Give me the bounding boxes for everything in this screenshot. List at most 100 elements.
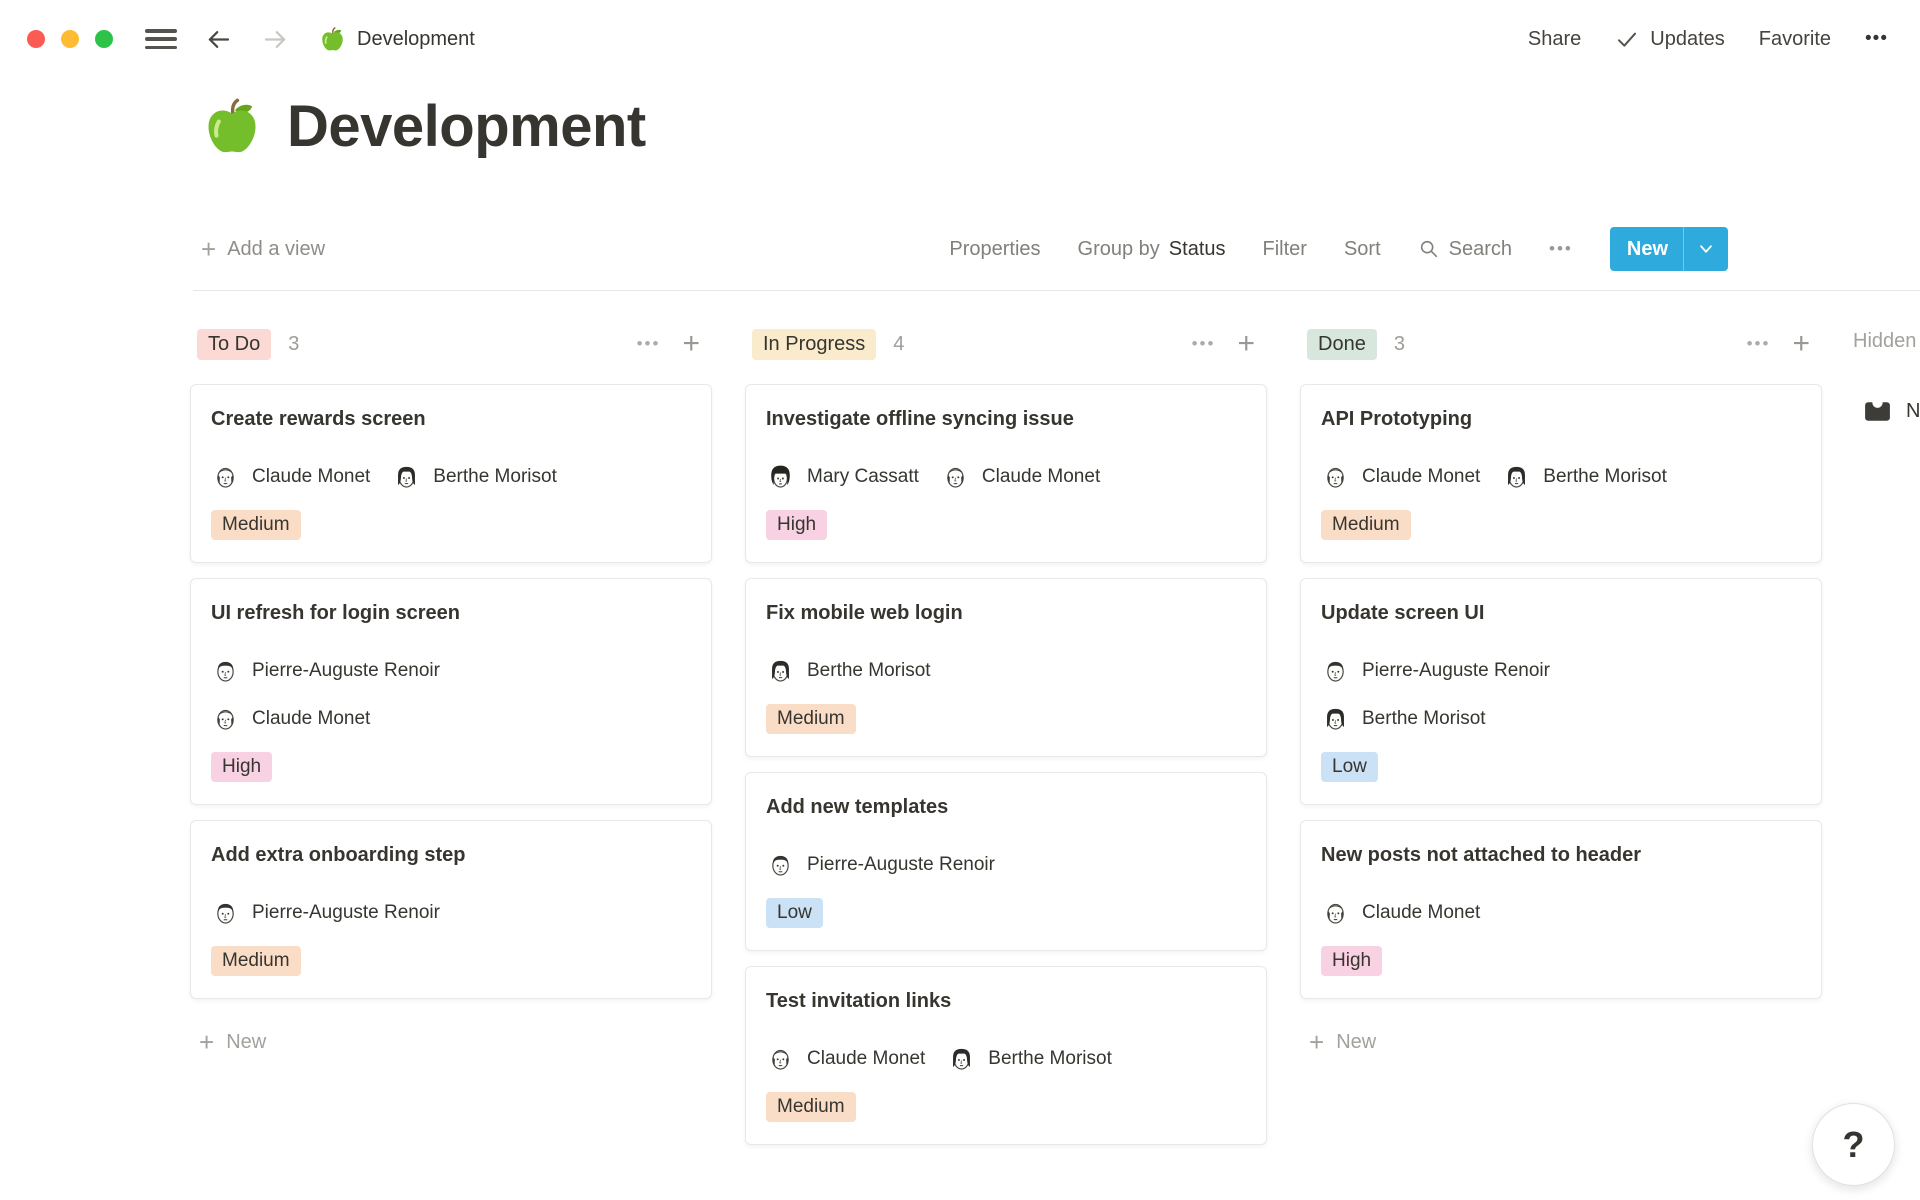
card-assignees: Pierre-Auguste Renoir xyxy=(766,850,1246,879)
plus-icon: + xyxy=(199,1029,214,1055)
assignee: Berthe Morisot xyxy=(947,1044,1112,1073)
card-title: Add extra onboarding step xyxy=(211,842,691,869)
group-by-label: Group by xyxy=(1078,238,1160,260)
column-more-icon[interactable]: ••• xyxy=(1192,334,1216,354)
priority-tag[interactable]: High xyxy=(766,510,827,540)
priority-tag[interactable]: Medium xyxy=(766,1092,856,1122)
toolbar-more-icon[interactable]: ••• xyxy=(1549,239,1573,259)
search-button[interactable]: Search xyxy=(1418,238,1512,261)
priority-tag[interactable]: Medium xyxy=(766,704,856,734)
help-button[interactable]: ? xyxy=(1812,1103,1895,1186)
priority-tag[interactable]: Medium xyxy=(211,946,301,976)
board-card[interactable]: New posts not attached to headerClaude M… xyxy=(1300,820,1822,999)
search-label: Search xyxy=(1449,238,1512,261)
assignee-name: Pierre-Auguste Renoir xyxy=(807,854,995,876)
favorite-button[interactable]: Favorite xyxy=(1759,28,1831,51)
filter-button[interactable]: Filter xyxy=(1263,238,1307,261)
priority-tag[interactable]: Medium xyxy=(1321,510,1411,540)
new-button[interactable]: New xyxy=(1610,227,1728,271)
updates-label: Updates xyxy=(1650,28,1725,51)
window-more-icon[interactable]: ••• xyxy=(1865,28,1888,50)
column-count: 4 xyxy=(893,333,904,356)
group-by-button[interactable]: Group by Status xyxy=(1078,238,1226,261)
sidebar-menu-icon[interactable] xyxy=(145,27,177,51)
toolbar-divider xyxy=(193,290,1920,291)
check-icon xyxy=(1615,27,1639,51)
card-title: Update screen UI xyxy=(1321,600,1801,627)
column-status-pill[interactable]: To Do xyxy=(197,329,271,360)
column-new-card-button[interactable]: +New xyxy=(190,1029,712,1055)
board-card[interactable]: UI refresh for login screenPierre-August… xyxy=(190,578,712,805)
renoir-avatar-icon xyxy=(1321,656,1350,685)
card-assignees: Mary Cassatt Claude Monet xyxy=(766,462,1246,491)
assignee: Berthe Morisot xyxy=(1502,462,1667,491)
priority-tag[interactable]: High xyxy=(1321,946,1382,976)
assignee-name: Claude Monet xyxy=(1362,466,1480,488)
column-cards: Investigate offline syncing issue Mary Ca… xyxy=(745,384,1267,1145)
forward-arrow-icon[interactable] xyxy=(260,24,291,55)
priority-tag[interactable]: High xyxy=(211,752,272,782)
share-button[interactable]: Share xyxy=(1528,28,1581,51)
column-add-icon[interactable]: + xyxy=(1237,329,1255,359)
breadcrumb[interactable]: Development xyxy=(319,26,475,53)
board-card[interactable]: Add extra onboarding stepPierre-Auguste … xyxy=(190,820,712,999)
assignee: Mary Cassatt xyxy=(766,462,919,491)
morisot-avatar-icon xyxy=(1321,704,1350,733)
hidden-column-item[interactable]: N xyxy=(1862,396,1920,427)
hidden-columns-toggle[interactable]: Hidden xyxy=(1853,330,1920,353)
page-apple-icon-large[interactable] xyxy=(201,96,263,158)
group-by-value: Status xyxy=(1169,238,1226,260)
new-button-chevron[interactable] xyxy=(1684,238,1728,260)
board-card[interactable]: Investigate offline syncing issue Mary Ca… xyxy=(745,384,1267,563)
page-header: Development xyxy=(201,93,646,160)
column-more-icon[interactable]: ••• xyxy=(637,334,661,354)
column-status-pill[interactable]: In Progress xyxy=(752,329,876,360)
renoir-avatar-icon xyxy=(211,656,240,685)
card-assignees: Claude Monet Berthe Morisot xyxy=(1321,462,1801,491)
plus-icon: + xyxy=(201,236,216,262)
board-column-in-progress: In Progress 4 ••• + Investigate offline sync… xyxy=(745,326,1267,1145)
monet-avatar-icon xyxy=(766,1044,795,1073)
assignee-name: Claude Monet xyxy=(982,466,1100,488)
card-title: Fix mobile web login xyxy=(766,600,1246,627)
assignee: Pierre-Auguste Renoir xyxy=(766,850,995,879)
column-new-card-button[interactable]: +New xyxy=(1300,1029,1822,1055)
column-more-icon[interactable]: ••• xyxy=(1747,334,1771,354)
back-arrow-icon[interactable] xyxy=(203,24,234,55)
card-title: Test invitation links xyxy=(766,988,1246,1015)
board-column-to-do: To Do3•••+Create rewards screenClaude Mo… xyxy=(190,326,712,1145)
sort-button[interactable]: Sort xyxy=(1344,238,1381,261)
priority-tag[interactable]: Low xyxy=(1321,752,1378,782)
assignee: Claude Monet xyxy=(211,704,691,733)
page-title[interactable]: Development xyxy=(287,93,646,160)
assignee-name: Pierre-Auguste Renoir xyxy=(252,660,440,682)
column-cards: API PrototypingClaude MonetBerthe Moriso… xyxy=(1300,384,1822,999)
board-card[interactable]: Fix mobile web loginBerthe MorisotMedium xyxy=(745,578,1267,757)
window-minimize-button[interactable] xyxy=(61,30,79,48)
properties-button[interactable]: Properties xyxy=(949,238,1040,261)
window-zoom-button[interactable] xyxy=(95,30,113,48)
assignee-name: Berthe Morisot xyxy=(988,1048,1112,1070)
assignee: Claude Monet xyxy=(211,462,370,491)
card-assignees: Claude MonetBerthe Morisot xyxy=(766,1044,1246,1073)
cassatt-avatar-icon xyxy=(766,462,795,491)
board-card[interactable]: API PrototypingClaude MonetBerthe Moriso… xyxy=(1300,384,1822,563)
board-card[interactable]: Test invitation links Claude MonetBerthe … xyxy=(745,966,1267,1145)
monet-avatar-icon xyxy=(1321,462,1350,491)
card-assignees: Claude MonetBerthe Morisot xyxy=(211,462,691,491)
board-card[interactable]: Update screen UIPierre-Auguste RenoirBer… xyxy=(1300,578,1822,805)
add-view-button[interactable]: + Add a view xyxy=(201,236,325,262)
morisot-avatar-icon xyxy=(392,462,421,491)
chevron-down-icon xyxy=(1695,238,1717,260)
board-card[interactable]: Create rewards screenClaude MonetBerthe … xyxy=(190,384,712,563)
updates-button[interactable]: Updates xyxy=(1615,27,1725,51)
card-title: Investigate offline syncing issue xyxy=(766,406,1246,433)
new-card-label: New xyxy=(1336,1031,1376,1054)
column-status-pill[interactable]: Done xyxy=(1307,329,1377,360)
column-add-icon[interactable]: + xyxy=(1792,329,1810,359)
window-close-button[interactable] xyxy=(27,30,45,48)
priority-tag[interactable]: Low xyxy=(766,898,823,928)
board-card[interactable]: Add new templatesPierre-Auguste RenoirLo… xyxy=(745,772,1267,951)
column-add-icon[interactable]: + xyxy=(682,329,700,359)
priority-tag[interactable]: Medium xyxy=(211,510,301,540)
